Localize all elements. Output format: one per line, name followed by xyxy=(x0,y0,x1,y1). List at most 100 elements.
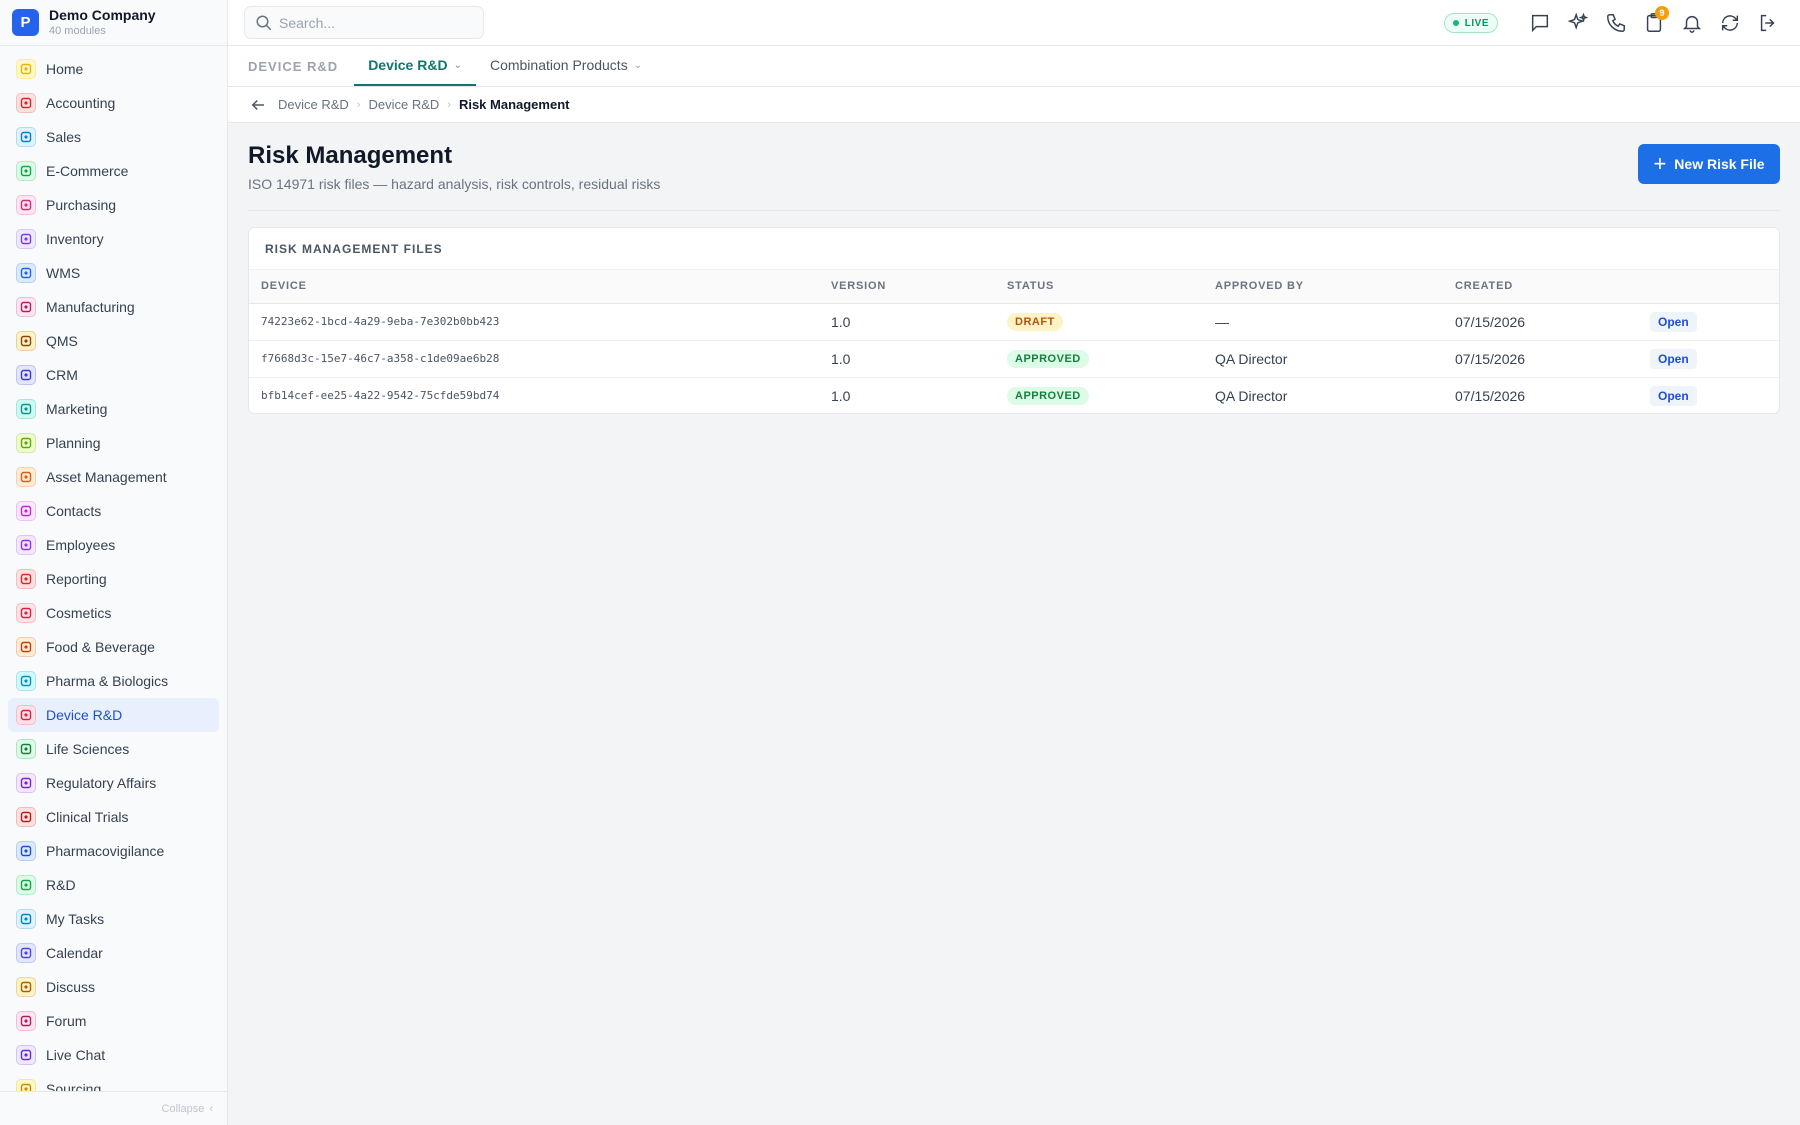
cell-actions: Open xyxy=(1638,340,1779,378)
pill-bottle-icon xyxy=(16,671,36,691)
sidebar-item-cosmetics[interactable]: Cosmetics xyxy=(8,596,219,630)
sidebar-item-marketing[interactable]: Marketing xyxy=(8,392,219,426)
sidebar-item-r-d[interactable]: R&D xyxy=(8,868,219,902)
sidebar-item-forum[interactable]: Forum xyxy=(8,1004,219,1038)
new-risk-file-label: New Risk File xyxy=(1674,156,1765,172)
sidebar: P Demo Company 40 modules Home Accounting… xyxy=(0,0,228,1125)
messages-icon[interactable] xyxy=(1528,11,1552,35)
cell-status: APPROVED xyxy=(995,377,1203,413)
device-icon xyxy=(16,705,36,725)
table-row[interactable]: bfb14cef-ee25-4a22-9542-75cfde59bd74 1.0 A… xyxy=(249,377,1779,413)
utensils-icon xyxy=(16,637,36,657)
cell-device-id: 74223e62-1bcd-4a29-9eba-7e302b0bb423 xyxy=(249,303,819,341)
sidebar-item-pharma-biologics[interactable]: Pharma & Biologics xyxy=(8,664,219,698)
microscope-icon xyxy=(16,739,36,759)
sidebar-item-label: Asset Management xyxy=(46,469,167,485)
live-label: LIVE xyxy=(1464,17,1489,29)
header-divider xyxy=(248,210,1780,211)
cell-status: DRAFT xyxy=(995,303,1203,341)
collapse-button[interactable]: Collapse ‹ xyxy=(0,1091,227,1125)
search-box[interactable] xyxy=(244,6,484,39)
table-row[interactable]: f7668d3c-15e7-46c7-a358-c1de09ae6b28 1.0 A… xyxy=(249,340,1779,378)
bank-icon xyxy=(16,93,36,113)
column-header-created[interactable]: CREATED xyxy=(1443,270,1638,304)
status-badge: DRAFT xyxy=(1007,313,1063,331)
sidebar-item-live-chat[interactable]: Live Chat xyxy=(8,1038,219,1072)
sidebar-item-clinical-trials[interactable]: Clinical Trials xyxy=(8,800,219,834)
breadcrumb-current: Risk Management xyxy=(458,97,570,112)
sidebar-item-manufacturing[interactable]: Manufacturing xyxy=(8,290,219,324)
breadcrumb-link-submodule[interactable]: Device R&D xyxy=(368,97,439,112)
breadcrumb-separator-icon: › xyxy=(356,98,361,111)
sidebar-item-regulatory-affairs[interactable]: Regulatory Affairs xyxy=(8,766,219,800)
sidebar-item-my-tasks[interactable]: My Tasks xyxy=(8,902,219,936)
sidebar-item-label: Home xyxy=(46,61,84,77)
column-header-device[interactable]: DEVICE xyxy=(249,270,819,304)
tab-combination-products[interactable]: Combination Products ⌄ xyxy=(476,46,656,86)
column-header-status[interactable]: STATUS xyxy=(995,270,1203,304)
cell-created: 07/15/2026 xyxy=(1455,387,1526,404)
sidebar-item-wms[interactable]: WMS xyxy=(8,256,219,290)
sidebar-item-life-sciences[interactable]: Life Sciences xyxy=(8,732,219,766)
logout-icon[interactable] xyxy=(1756,11,1780,35)
store-icon xyxy=(16,161,36,181)
new-risk-file-button[interactable]: + New Risk File xyxy=(1638,144,1780,184)
sidebar-item-home[interactable]: Home xyxy=(8,52,219,86)
table-row[interactable]: 74223e62-1bcd-4a29-9eba-7e302b0bb423 1.0 D… xyxy=(249,303,1779,341)
column-header-approved-by[interactable]: APPROVED BY xyxy=(1203,270,1443,304)
sidebar-item-e-commerce[interactable]: E-Commerce xyxy=(8,154,219,188)
live-status-badge: LIVE xyxy=(1443,13,1498,33)
search-input[interactable] xyxy=(279,14,469,31)
sync-icon[interactable] xyxy=(1718,11,1742,35)
chat-icon xyxy=(16,977,36,997)
live-dot-icon xyxy=(1452,20,1459,26)
company-switcher[interactable]: P Demo Company 40 modules xyxy=(0,0,227,46)
sidebar-item-label: R&D xyxy=(46,877,76,893)
column-header-version[interactable]: VERSION xyxy=(819,270,995,304)
sidebar-item-planning[interactable]: Planning xyxy=(8,426,219,460)
sidebar-item-inventory[interactable]: Inventory xyxy=(8,222,219,256)
search-icon xyxy=(256,15,272,30)
sidebar-item-sourcing[interactable]: Sourcing xyxy=(8,1072,219,1092)
status-badge: APPROVED xyxy=(1007,350,1089,368)
sidebar-item-pharmacovigilance[interactable]: Pharmacovigilance xyxy=(8,834,219,868)
cell-version: 1.0 xyxy=(831,387,851,404)
headset-icon xyxy=(16,1045,36,1065)
tasks-clipboard-icon[interactable]: 9 xyxy=(1642,6,1669,35)
cell-version: 1.0 xyxy=(819,303,995,341)
cell-actions: Open xyxy=(1638,377,1779,413)
cart-icon xyxy=(16,195,36,215)
sidebar-item-device-r-d[interactable]: Device R&D xyxy=(8,698,219,732)
sidebar-item-label: Accounting xyxy=(46,95,116,111)
sidebar-item-food-beverage[interactable]: Food & Beverage xyxy=(8,630,219,664)
sidebar-item-reporting[interactable]: Reporting xyxy=(8,562,219,596)
phone-icon[interactable] xyxy=(1604,11,1628,35)
sidebar-item-employees[interactable]: Employees xyxy=(8,528,219,562)
sidebar-item-sales[interactable]: Sales xyxy=(8,120,219,154)
sidebar-item-contacts[interactable]: Contacts xyxy=(8,494,219,528)
sidebar-item-calendar[interactable]: Calendar xyxy=(8,936,219,970)
open-button[interactable]: Open xyxy=(1650,311,1697,332)
cell-created: 07/15/2026 xyxy=(1443,340,1638,378)
sidebar-item-qms[interactable]: QMS xyxy=(8,324,219,358)
tab-device-rd[interactable]: Device R&D ⌄ xyxy=(354,46,476,86)
ai-sparkle-icon[interactable] xyxy=(1566,11,1590,35)
factory-icon xyxy=(16,297,36,317)
sidebar-item-asset-management[interactable]: Asset Management xyxy=(8,460,219,494)
breadcrumb-link-module[interactable]: Device R&D xyxy=(278,97,349,112)
cell-version: 1.0 xyxy=(819,340,995,378)
sidebar-item-label: QMS xyxy=(46,333,78,349)
risk-files-card: RISK MANAGEMENT FILES DEVICE VERSION STA… xyxy=(248,227,1780,414)
megaphone-icon xyxy=(16,399,36,419)
sidebar-item-crm[interactable]: CRM xyxy=(8,358,219,392)
sidebar-item-discuss[interactable]: Discuss xyxy=(8,970,219,1004)
open-button[interactable]: Open xyxy=(1650,385,1697,406)
sidebar-item-accounting[interactable]: Accounting xyxy=(8,86,219,120)
open-button[interactable]: Open xyxy=(1650,348,1697,369)
sidebar-item-label: Inventory xyxy=(46,231,104,247)
sidebar-item-purchasing[interactable]: Purchasing xyxy=(8,188,219,222)
bell-icon[interactable] xyxy=(1680,11,1704,35)
flower-icon xyxy=(16,603,36,623)
risk-files-table: DEVICE VERSION STATUS APPROVED BY CREATE… xyxy=(249,270,1779,413)
back-arrow-icon[interactable] xyxy=(248,95,268,115)
